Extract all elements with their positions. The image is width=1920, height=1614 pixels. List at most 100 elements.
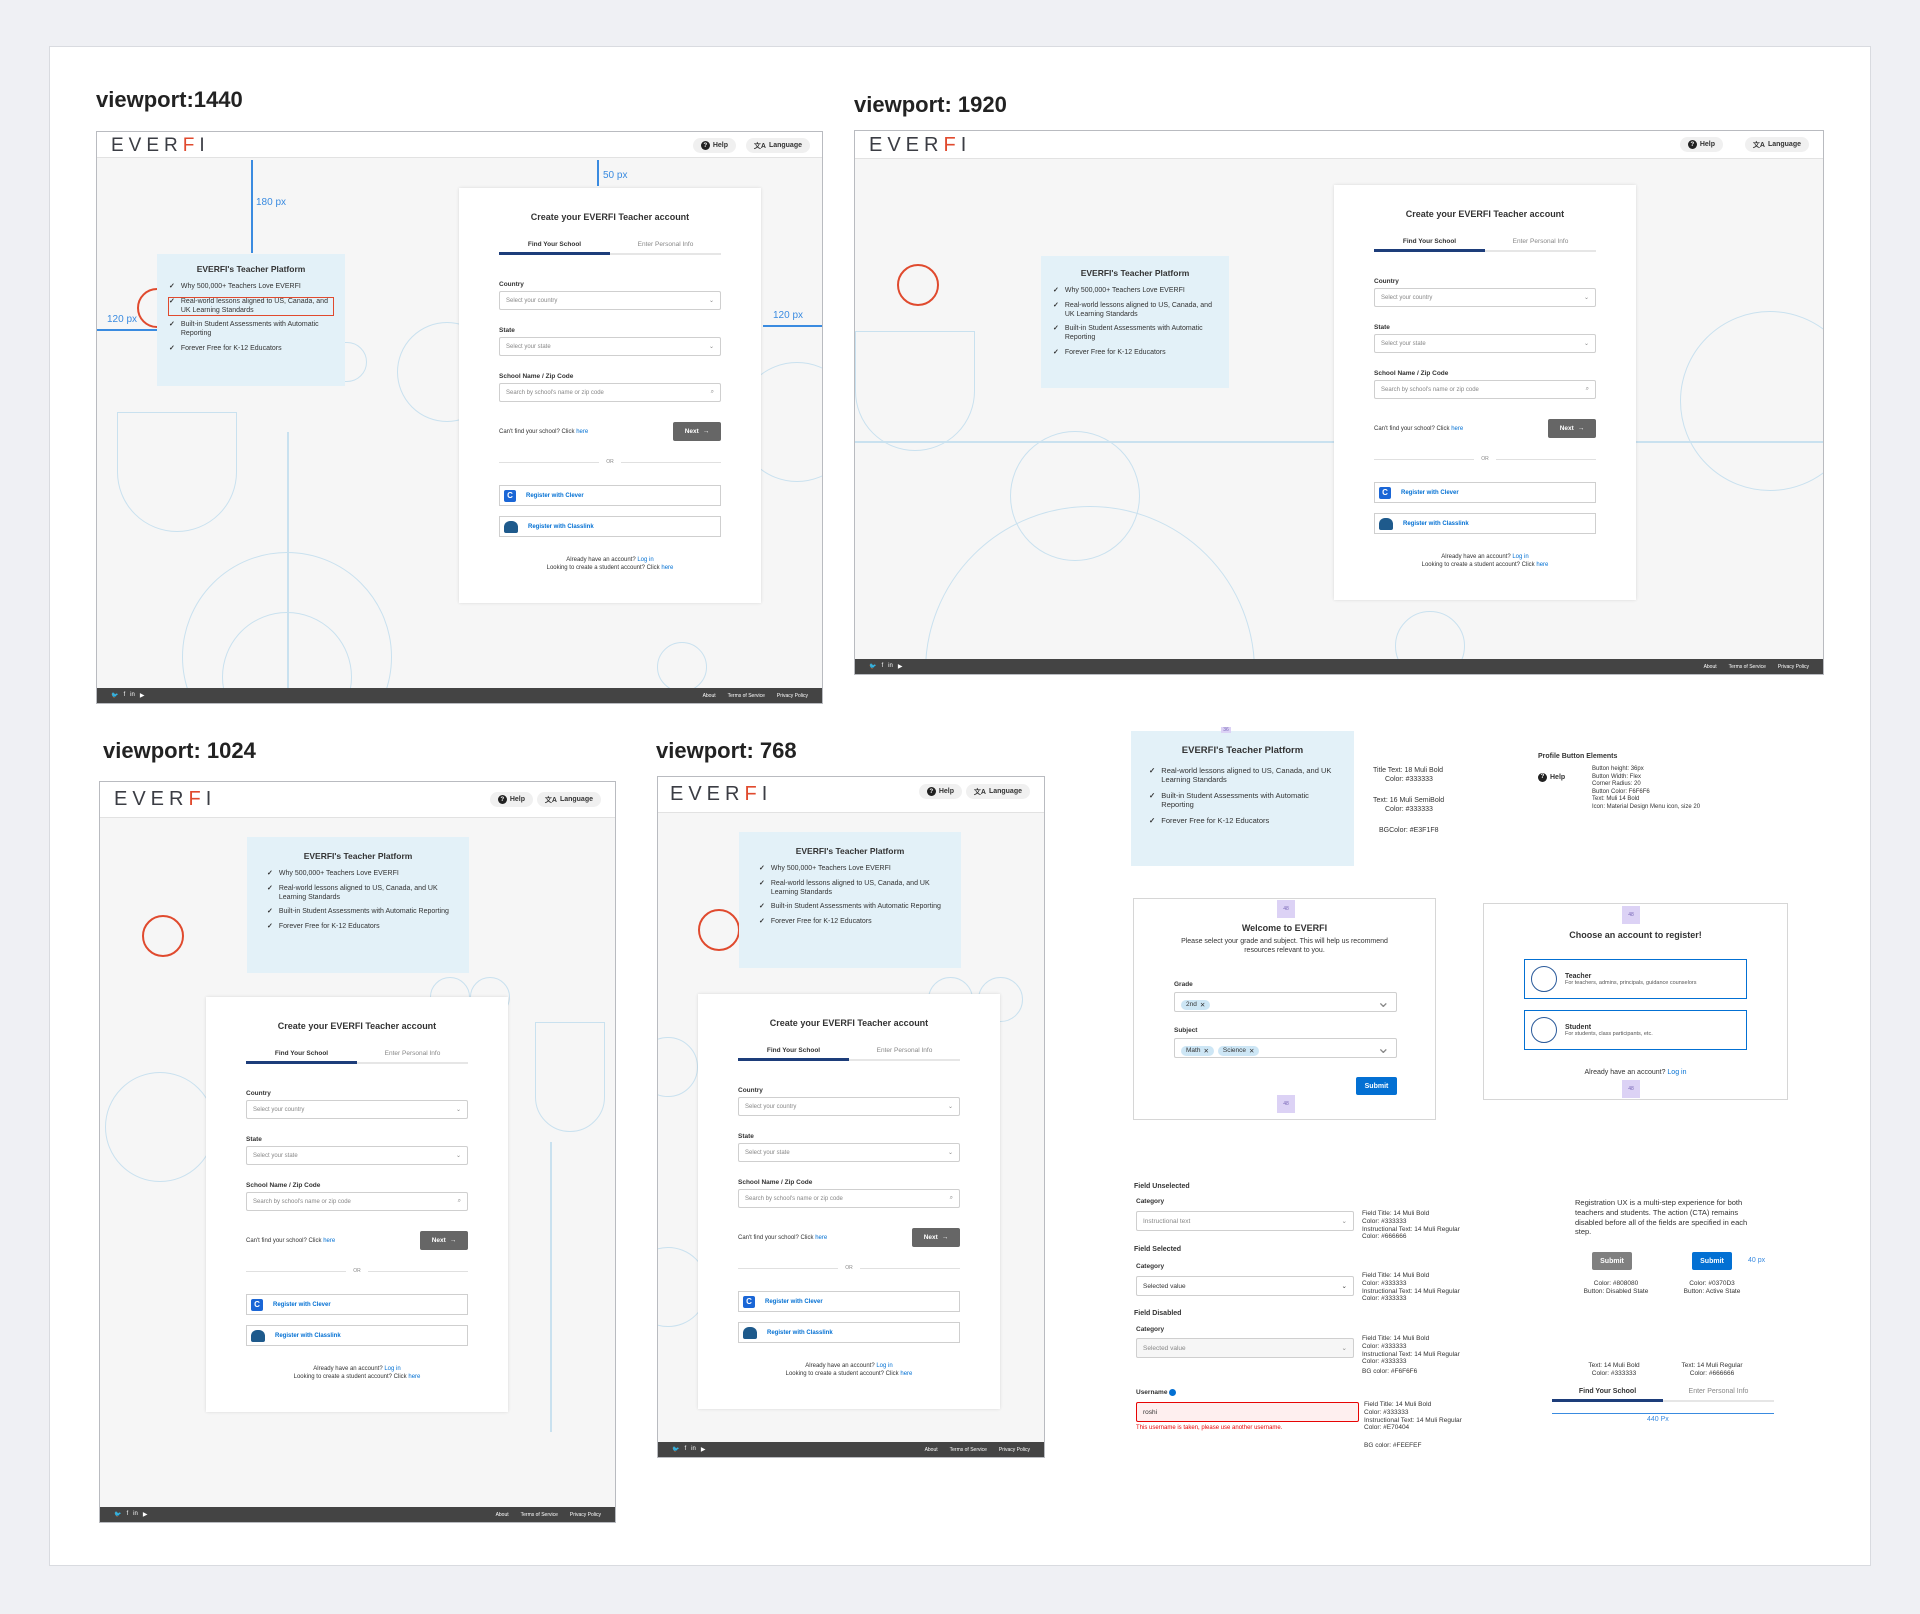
country-select[interactable]: Select your country ⌄ [738,1097,960,1116]
category-select-selected[interactable]: Selected value ⌄ [1136,1276,1354,1296]
tab-find-school[interactable]: Find Your School [1552,1388,1663,1402]
username-input[interactable]: roshi [1136,1402,1359,1422]
next-button[interactable]: Next → [420,1231,468,1250]
student-here-link[interactable]: here [408,1374,420,1380]
login-link[interactable]: Log in [1512,554,1528,560]
next-button[interactable]: Next → [1548,419,1596,438]
twitter-icon[interactable]: 🐦 [114,1511,121,1518]
country-select[interactable]: Select your country ⌄ [246,1100,468,1119]
help-button[interactable]: ? Help [489,792,533,807]
facebook-icon[interactable]: f [126,1511,128,1518]
school-search-input[interactable]: Search by school's name or zip code ⌕ [1374,380,1596,399]
everfi-logo[interactable]: EVERFI [869,134,971,157]
language-button[interactable]: 文A Language [965,784,1030,799]
facebook-icon[interactable]: f [881,663,883,670]
help-button[interactable]: ? Help [1679,137,1723,152]
student-here-link[interactable]: here [661,565,673,571]
state-select[interactable]: Select your state ⌄ [1374,334,1596,353]
login-link[interactable]: Log in [384,1366,400,1372]
submit-button[interactable]: Submit [1356,1077,1397,1095]
about-link[interactable]: About [1704,664,1717,670]
everfi-logo[interactable]: EVERFI [670,783,772,806]
next-button[interactable]: Next → [912,1228,960,1247]
privacy-link[interactable]: Privacy Policy [1778,664,1809,670]
school-search-input[interactable]: Search by school's name or zip code ⌕ [738,1189,960,1208]
youtube-icon[interactable]: ▶ [143,1511,148,1518]
tab-personal-info[interactable]: Enter Personal Info [849,1047,960,1061]
tab-find-school[interactable]: Find Your School [738,1047,849,1061]
state-select[interactable]: Select your state ⌄ [499,337,721,356]
classlink-button[interactable]: Register with Classlink [499,516,721,537]
linkedin-icon[interactable]: in [888,663,893,670]
facebook-icon[interactable]: f [123,692,125,699]
twitter-icon[interactable]: 🐦 [869,663,876,670]
subject-chip[interactable]: Science ✕ [1217,1045,1260,1056]
state-select[interactable]: Select your state ⌄ [246,1146,468,1165]
here-link[interactable]: here [815,1235,827,1241]
classlink-button[interactable]: Register with Classlink [246,1325,468,1346]
login-link[interactable]: Log in [876,1363,892,1369]
clever-button[interactable]: C Register with Clever [246,1294,468,1315]
youtube-icon[interactable]: ▶ [701,1446,706,1453]
facebook-icon[interactable]: f [684,1446,686,1453]
subject-chip[interactable]: Math ✕ [1181,1045,1214,1056]
language-button[interactable]: 文A Language [745,138,810,153]
school-search-input[interactable]: Search by school's name or zip code ⌕ [246,1192,468,1211]
terms-link[interactable]: Terms of Service [728,693,765,699]
tab-find-school[interactable]: Find Your School [499,241,610,255]
grade-select[interactable]: 2nd ✕ ⌄ [1174,992,1397,1012]
privacy-link[interactable]: Privacy Policy [777,693,808,699]
linkedin-icon[interactable]: in [691,1446,696,1453]
category-select-unselected[interactable]: Instructional text ⌄ [1136,1211,1354,1231]
login-link[interactable]: Log in [1667,1069,1686,1076]
everfi-logo[interactable]: EVERFI [114,788,216,811]
student-here-link[interactable]: here [900,1371,912,1377]
language-button[interactable]: 文A Language [536,792,601,807]
help-button-spec[interactable]: ? Help [1536,770,1568,784]
tab-personal-info[interactable]: Enter Personal Info [1485,238,1596,252]
everfi-logo[interactable]: EVERFI [111,135,210,157]
terms-link[interactable]: Terms of Service [1729,664,1766,670]
here-link[interactable]: here [576,429,588,435]
tab-personal-info[interactable]: Enter Personal Info [357,1050,468,1064]
terms-link[interactable]: Terms of Service [950,1447,987,1453]
state-select[interactable]: Select your state ⌄ [738,1143,960,1162]
clever-button[interactable]: C Register with Clever [1374,482,1596,503]
student-here-link[interactable]: here [1536,562,1548,568]
youtube-icon[interactable]: ▶ [140,692,145,699]
help-button[interactable]: ? Help [692,138,736,153]
terms-link[interactable]: Terms of Service [521,1512,558,1518]
privacy-link[interactable]: Privacy Policy [570,1512,601,1518]
here-link[interactable]: here [323,1238,335,1244]
country-select[interactable]: Select your country ⌄ [1374,288,1596,307]
here-link[interactable]: here [1451,426,1463,432]
linkedin-icon[interactable]: in [133,1511,138,1518]
subject-select[interactable]: Math ✕ Science ✕ ⌄ [1174,1038,1397,1058]
tab-find-school[interactable]: Find Your School [1374,238,1485,252]
tab-personal-info[interactable]: Enter Personal Info [610,241,721,255]
twitter-icon[interactable]: 🐦 [111,692,118,699]
teacher-option[interactable]: Teacher For teachers, admins, principals,… [1524,959,1747,999]
student-option[interactable]: Student For students, class participants,… [1524,1010,1747,1050]
clever-button[interactable]: C Register with Clever [738,1291,960,1312]
help-button[interactable]: ? Help [918,784,962,799]
tab-find-school[interactable]: Find Your School [246,1050,357,1064]
youtube-icon[interactable]: ▶ [898,663,903,670]
school-search-input[interactable]: Search by school's name or zip code ⌕ [499,383,721,402]
linkedin-icon[interactable]: in [130,692,135,699]
about-link[interactable]: About [496,1512,509,1518]
classlink-button[interactable]: Register with Classlink [738,1322,960,1343]
submit-button-active[interactable]: Submit [1692,1252,1732,1270]
tab-personal-info[interactable]: Enter Personal Info [1663,1388,1774,1402]
login-link[interactable]: Log in [637,557,653,563]
twitter-icon[interactable]: 🐦 [672,1446,679,1453]
about-link[interactable]: About [925,1447,938,1453]
grade-chip[interactable]: 2nd ✕ [1181,999,1211,1010]
privacy-link[interactable]: Privacy Policy [999,1447,1030,1453]
next-button[interactable]: Next → [673,422,721,441]
country-select[interactable]: Select your country ⌄ [499,291,721,310]
about-link[interactable]: About [703,693,716,699]
clever-button[interactable]: C Register with Clever [499,485,721,506]
classlink-button[interactable]: Register with Classlink [1374,513,1596,534]
language-button[interactable]: 文A Language [1744,137,1809,152]
